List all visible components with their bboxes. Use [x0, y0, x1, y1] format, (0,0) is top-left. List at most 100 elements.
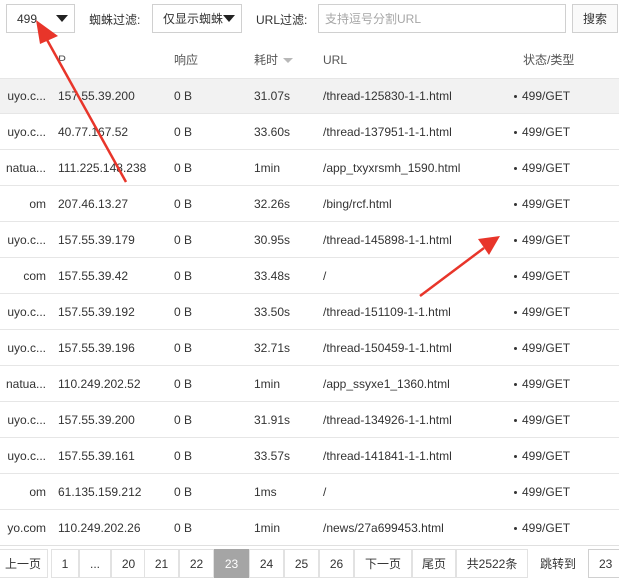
cell-url[interactable]: /app_txyxrsmh_1590.html — [323, 151, 503, 186]
table-row[interactable]: uyo.c... 157.55.39.179 0 B 30.95s/thread-14… — [0, 223, 619, 258]
column-header-ip[interactable]: P — [58, 42, 66, 78]
jump-to-label: 跳转到 — [528, 549, 588, 578]
cell-time: 32.71s — [254, 341, 291, 355]
table-row[interactable]: yo.com 110.249.202.26 0 B 1min/news/27a6994… — [0, 511, 619, 546]
next-page-button[interactable]: 下一页 — [354, 549, 412, 578]
page-number-button[interactable]: 21 — [144, 549, 179, 578]
page-number-button[interactable]: 22 — [179, 549, 214, 578]
last-page-button[interactable]: 尾页 — [412, 549, 456, 578]
page-number-button[interactable]: 24 — [249, 549, 284, 578]
sort-desc-icon[interactable] — [283, 58, 294, 64]
page-number-button[interactable]: 20 — [111, 549, 146, 578]
cell-response: 0 B — [174, 377, 193, 391]
cell-url[interactable]: /news/27a699453.html — [323, 511, 503, 546]
cell-ip: 111.225.148.238 — [58, 161, 147, 175]
cell-url[interactable]: / — [323, 475, 503, 510]
prev-page-button[interactable]: 上一页 — [0, 549, 48, 578]
table-row[interactable]: com 157.55.39.42 0 B 33.48s / 499/GET — [0, 259, 619, 294]
status-code-value: 499 — [17, 11, 38, 26]
cell-time: 1ms — [254, 485, 277, 499]
spider-filter-label: 蜘蛛过滤: — [89, 13, 141, 27]
url-filter-input[interactable] — [318, 4, 566, 33]
table-row[interactable]: uyo.c... 157.55.39.161 0 B 33.57s/thread-14… — [0, 439, 619, 474]
cell-response: 0 B — [174, 341, 193, 355]
cell-ip: 110.249.202.26 — [58, 521, 141, 535]
cell-status: 499/GET — [514, 115, 614, 150]
table-row[interactable]: om 207.46.13.27 0 B 32.26s/bing/rcf.html 499… — [0, 187, 619, 222]
cell-status: 499/GET — [514, 223, 614, 258]
jump-to-page-input[interactable] — [588, 549, 619, 578]
table-row[interactable]: om 61.135.159.212 0 B 1ms / 499/GET — [0, 475, 619, 510]
cell-status: 499/GET — [514, 187, 614, 222]
cell-time: 1min — [254, 377, 281, 391]
column-header-time-label: 耗时 — [254, 53, 279, 67]
cell-host: com — [23, 269, 46, 283]
search-button[interactable]: 搜索 — [572, 4, 618, 33]
cell-response: 0 B — [174, 233, 193, 247]
cell-response: 0 B — [174, 485, 193, 499]
cell-status: 499/GET — [514, 151, 614, 186]
bullet-dot — [514, 239, 517, 243]
cell-time: 33.48s — [254, 269, 291, 283]
bullet-dot — [514, 95, 517, 99]
spider-filter-value: 仅显示蜘蛛 — [163, 12, 224, 26]
cell-response: 0 B — [174, 521, 193, 535]
cell-url[interactable]: /bing/rcf.html — [323, 187, 503, 222]
cell-url[interactable]: /thread-125830-1-1.html — [323, 79, 503, 114]
cell-ip: 157.55.39.200 — [58, 413, 135, 427]
cell-url[interactable]: /app_ssyxe1_1360.html — [323, 367, 503, 402]
cell-ip: 157.55.39.200 — [58, 89, 135, 103]
cell-url[interactable]: / — [323, 259, 503, 294]
bullet-dot — [514, 347, 517, 351]
page-number-button[interactable]: 23 — [214, 549, 249, 578]
cell-response: 0 B — [174, 413, 193, 427]
cell-response: 0 B — [174, 197, 193, 211]
cell-url[interactable]: /thread-145898-1-1.html — [323, 223, 503, 258]
cell-url[interactable]: /thread-141841-1-1.html — [323, 439, 503, 474]
cell-status: 499/GET — [514, 403, 614, 438]
column-header-time[interactable]: 耗时 — [254, 42, 314, 78]
cell-host: uyo.c... — [7, 341, 46, 355]
table-row[interactable]: uyo.c... 157.55.39.200 0 B 31.91s/thread-13… — [0, 403, 619, 438]
page-number-button[interactable]: 26 — [319, 549, 354, 578]
page-first-button[interactable]: 1 — [51, 549, 79, 578]
bullet-dot — [514, 167, 517, 171]
cell-host: uyo.c... — [7, 125, 46, 139]
table-row[interactable]: natua... 110.249.202.52 0 B 1min/app_ssyxe1… — [0, 367, 619, 402]
bullet-dot — [514, 203, 517, 207]
cell-response: 0 B — [174, 89, 193, 103]
cell-status: 499/GET — [514, 439, 614, 474]
cell-ip: 157.55.39.196 — [58, 341, 135, 355]
table-row[interactable]: uyo.c... 157.55.39.192 0 B 33.50s/thread-15… — [0, 295, 619, 330]
cell-host: natua... — [5, 377, 46, 391]
cell-time: 1min — [254, 521, 281, 535]
cell-url[interactable]: /thread-150459-1-1.html — [323, 331, 503, 366]
column-header-status[interactable]: 状态/类型 — [523, 42, 619, 78]
cell-url[interactable]: /thread-134926-1-1.html — [323, 403, 503, 438]
cell-url[interactable]: /thread-137951-1-1.html — [323, 115, 503, 150]
table-row[interactable]: uyo.c... 40.77.167.52 0 B 33.60s/thread-137… — [0, 115, 619, 150]
bullet-dot — [514, 131, 517, 135]
cell-time: 1min — [254, 161, 281, 175]
table-row[interactable]: uyo.c... 157.55.39.200 0 B 31.07s/thread-12… — [0, 79, 619, 114]
bullet-dot — [514, 311, 517, 315]
cell-ip: 110.249.202.52 — [58, 377, 141, 391]
cell-time: 33.57s — [254, 449, 291, 463]
cell-ip: 157.55.39.161 — [58, 449, 135, 463]
cell-response: 0 B — [174, 269, 193, 283]
column-header-url[interactable]: URL — [323, 42, 503, 78]
cell-response: 0 B — [174, 449, 193, 463]
spider-filter-select[interactable]: 仅显示蜘蛛 — [152, 4, 242, 33]
cell-url[interactable]: /thread-151109-1-1.html — [323, 295, 503, 330]
cell-status: 499/GET — [514, 475, 614, 510]
cell-ip: 157.55.39.42 — [58, 269, 129, 283]
cell-status: 499/GET — [514, 259, 614, 294]
filter-toolbar: 499 蜘蛛过滤: 仅显示蜘蛛 URL过滤: 搜索 — [0, 0, 619, 42]
table-row[interactable]: uyo.c... 157.55.39.196 0 B 32.71s/thread-15… — [0, 331, 619, 366]
table-row[interactable]: natua... 111.225.148.238 0 B 1min/app_txyxr… — [0, 151, 619, 186]
cell-status: 499/GET — [514, 331, 614, 366]
page-number-button[interactable]: 25 — [284, 549, 319, 578]
cell-host: uyo.c... — [7, 449, 46, 463]
status-code-select[interactable]: 499 — [6, 4, 75, 33]
column-header-response[interactable]: 响应 — [174, 42, 234, 78]
